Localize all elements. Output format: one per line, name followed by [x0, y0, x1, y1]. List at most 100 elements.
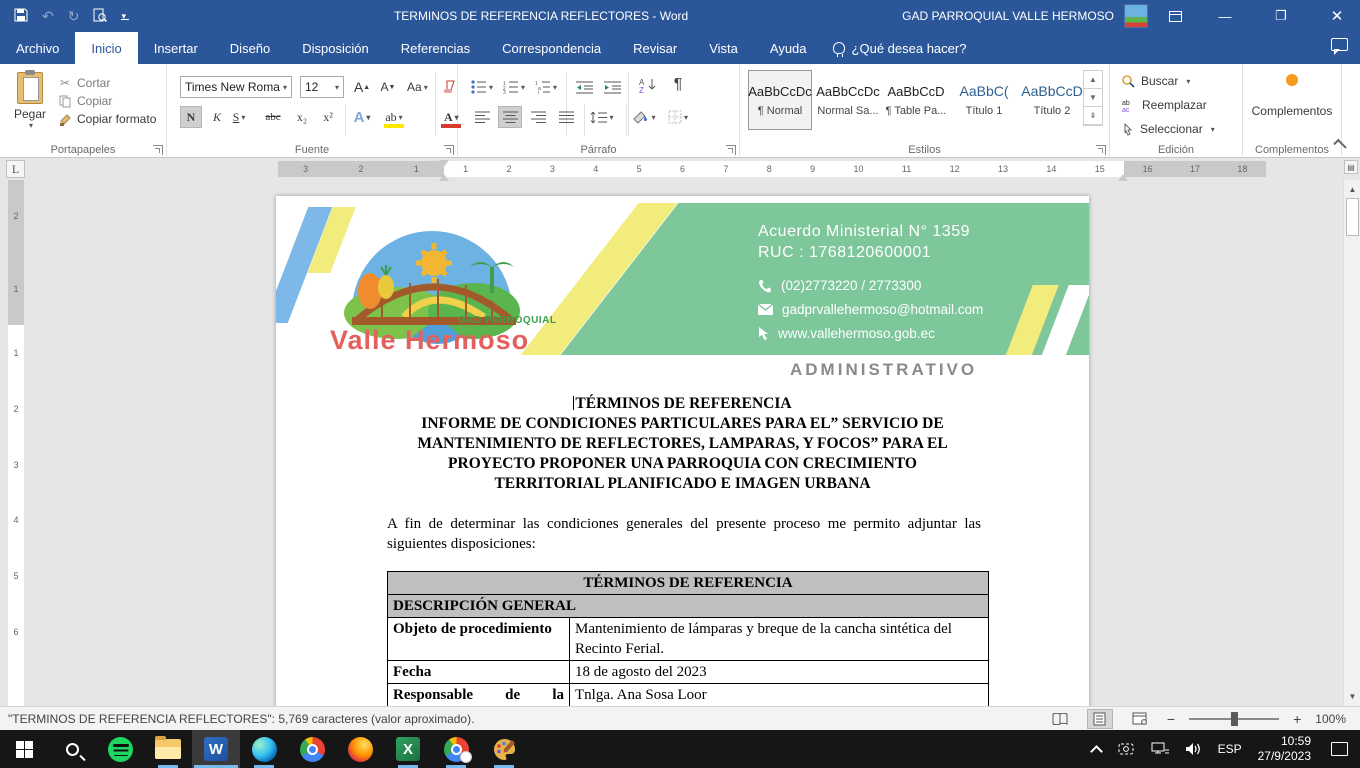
align-right-icon[interactable]: [526, 106, 550, 128]
horizontal-ruler-right-margin[interactable]: 161718: [1124, 161, 1266, 177]
decrease-indent-icon[interactable]: [572, 76, 596, 98]
zoom-level[interactable]: 100%: [1315, 712, 1346, 726]
italic-button[interactable]: K: [206, 106, 228, 128]
zoom-in-icon[interactable]: +: [1293, 711, 1301, 727]
align-left-icon[interactable]: [470, 106, 494, 128]
minimize-button[interactable]: —: [1202, 0, 1248, 32]
action-center-icon[interactable]: [1331, 742, 1348, 756]
horizontal-ruler-left-margin[interactable]: 321: [278, 161, 444, 177]
tab-insertar[interactable]: Insertar: [138, 32, 214, 64]
document-page[interactable]: GAD PARROQUIAL Valle Hermoso Acuerdo Min…: [276, 196, 1089, 706]
change-case-button[interactable]: Aa▾: [405, 76, 430, 98]
select-button[interactable]: Seleccionar▾: [1122, 122, 1215, 136]
multilevel-list-icon[interactable]: 1ai▾: [534, 76, 558, 98]
styles-scroll-down-icon[interactable]: ▼: [1084, 89, 1102, 107]
scroll-down-icon[interactable]: ▼: [1346, 690, 1359, 703]
tab-stop-selector[interactable]: L: [6, 160, 25, 178]
highlight-color-button[interactable]: ab▾: [383, 106, 405, 128]
style-titulo-2[interactable]: AaBbCcD Título 2: [1020, 70, 1084, 130]
tray-expand-icon[interactable]: [1090, 745, 1103, 758]
print-preview-icon[interactable]: [93, 8, 107, 25]
copy-button[interactable]: Copiar: [58, 94, 156, 108]
pilcrow-icon[interactable]: ¶: [666, 74, 690, 96]
zoom-slider-thumb[interactable]: [1231, 712, 1238, 726]
zoom-slider[interactable]: [1189, 718, 1279, 720]
strikethrough-button[interactable]: abc: [262, 106, 284, 128]
customize-qat-icon[interactable]: ▾: [121, 12, 129, 20]
taskbar-edge[interactable]: [240, 730, 288, 768]
redo-icon[interactable]: ↻: [68, 9, 80, 23]
line-spacing-icon[interactable]: ▾: [590, 106, 614, 128]
tab-archivo[interactable]: Archivo: [0, 32, 75, 64]
parrafo-dialog-launcher-icon[interactable]: [726, 145, 736, 155]
feedback-icon[interactable]: [1331, 38, 1348, 51]
grow-font-button[interactable]: A▲: [351, 76, 373, 98]
estilos-dialog-launcher-icon[interactable]: [1096, 145, 1106, 155]
borders-icon[interactable]: ▾: [666, 106, 690, 128]
underline-button[interactable]: S▾: [228, 106, 250, 128]
find-button[interactable]: Buscar▾: [1122, 74, 1190, 88]
tab-revisar[interactable]: Revisar: [617, 32, 693, 64]
fuente-dialog-launcher-icon[interactable]: [444, 145, 454, 155]
tab-referencias[interactable]: Referencias: [385, 32, 486, 64]
document-area[interactable]: GAD PARROQUIAL Valle Hermoso Acuerdo Min…: [0, 180, 1360, 706]
style-titulo-1[interactable]: AaBbC( Título 1: [952, 70, 1016, 130]
account-name[interactable]: GAD PARROQUIAL VALLE HERMOSO: [902, 9, 1114, 23]
tab-diseno[interactable]: Diseño: [214, 32, 286, 64]
taskbar-file-explorer[interactable]: [144, 730, 192, 768]
scrollbar-thumb[interactable]: [1346, 198, 1359, 236]
status-info[interactable]: "TERMINOS DE REFERENCIA REFLECTORES": 5,…: [0, 712, 474, 726]
bullets-icon[interactable]: ▾: [470, 76, 494, 98]
taskbar-chrome-app[interactable]: [432, 730, 480, 768]
restore-button[interactable]: ❐: [1258, 0, 1304, 32]
taskbar-word[interactable]: W: [192, 730, 240, 768]
taskbar-chrome[interactable]: [288, 730, 336, 768]
numbering-icon[interactable]: 123▾: [502, 76, 526, 98]
paste-dropdown-icon[interactable]: ▾: [29, 121, 33, 130]
tab-ayuda[interactable]: Ayuda: [754, 32, 823, 64]
undo-icon[interactable]: ↶: [42, 9, 54, 23]
style-normal[interactable]: AaBbCcDc ¶ Normal: [748, 70, 812, 130]
shrink-font-button[interactable]: A▼: [377, 76, 399, 98]
screen-capture-icon[interactable]: [1117, 742, 1135, 756]
replace-button[interactable]: abac Reemplazar: [1122, 98, 1207, 112]
align-center-icon[interactable]: [498, 106, 522, 128]
styles-scroll-up-icon[interactable]: ▲: [1084, 71, 1102, 89]
taskbar-spotify[interactable]: [96, 730, 144, 768]
scroll-up-icon[interactable]: ▲: [1346, 183, 1359, 196]
subscript-button[interactable]: x₂: [291, 106, 313, 128]
taskbar-paint[interactable]: [480, 730, 528, 768]
account-avatar[interactable]: [1124, 4, 1148, 28]
language-indicator[interactable]: ESP: [1218, 742, 1242, 756]
clock[interactable]: 10:59 27/9/2023: [1258, 734, 1311, 764]
text-effects-button[interactable]: A▾: [351, 106, 373, 128]
sort-icon[interactable]: AZ: [636, 74, 660, 96]
taskbar-search-button[interactable]: [48, 730, 96, 768]
font-size-combobox[interactable]: 12▾: [300, 76, 344, 98]
tab-inicio[interactable]: Inicio: [75, 32, 137, 64]
paste-button[interactable]: Pegar ▾: [8, 72, 52, 138]
ruler-toggle-icon[interactable]: ▤: [1344, 160, 1358, 174]
close-button[interactable]: ✕: [1314, 0, 1360, 32]
horizontal-ruler[interactable]: 123456789101112131415: [444, 161, 1124, 177]
vertical-scrollbar[interactable]: ▲ ▼: [1343, 180, 1360, 706]
zoom-out-icon[interactable]: −: [1167, 711, 1175, 727]
read-mode-icon[interactable]: [1047, 709, 1073, 729]
shading-icon[interactable]: ▾: [632, 106, 656, 128]
start-button[interactable]: [0, 730, 48, 768]
tab-correspondencia[interactable]: Correspondencia: [486, 32, 617, 64]
portapapeles-dialog-launcher-icon[interactable]: [153, 145, 163, 155]
bold-button[interactable]: N: [180, 106, 202, 128]
style-normal-sa[interactable]: AaBbCcDc Normal Sa...: [816, 70, 880, 130]
superscript-button[interactable]: x²: [317, 106, 339, 128]
style-table-pa[interactable]: AaBbCcD ¶ Table Pa...: [884, 70, 948, 130]
tell-me-box[interactable]: ¿Qué desea hacer?: [823, 32, 977, 64]
styles-gallery-expand-icon[interactable]: ⇟: [1084, 107, 1102, 125]
taskbar-firefox[interactable]: [336, 730, 384, 768]
print-layout-icon[interactable]: [1087, 709, 1113, 729]
web-layout-icon[interactable]: [1127, 709, 1153, 729]
taskbar-excel[interactable]: X: [384, 730, 432, 768]
save-icon[interactable]: [14, 8, 28, 24]
cut-button[interactable]: ✂ Cortar: [58, 76, 156, 90]
increase-indent-icon[interactable]: [600, 76, 624, 98]
